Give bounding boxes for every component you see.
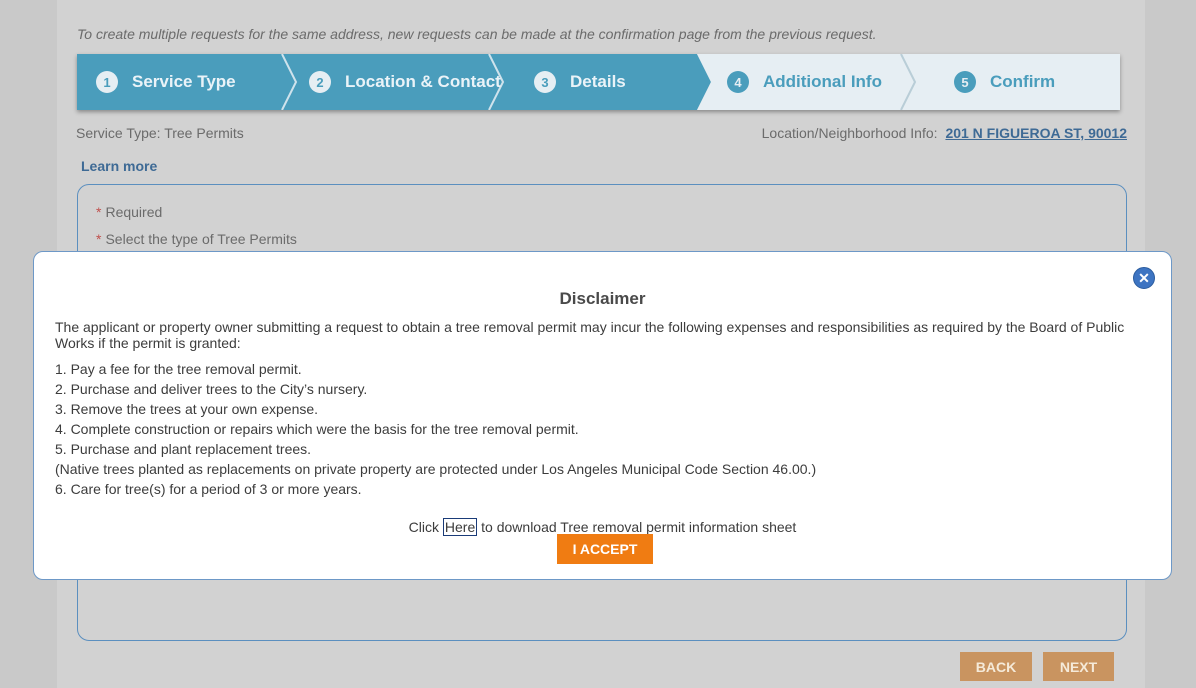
next-button[interactable]: NEXT	[1043, 652, 1114, 681]
download-prefix: Click	[408, 519, 440, 535]
wizard-step-confirm: 5 Confirm	[954, 54, 1055, 110]
list-item: 4. Complete construction or repairs whic…	[55, 421, 579, 437]
required-asterisk: *	[96, 204, 102, 220]
wizard-step-details[interactable]: 3 Details	[534, 54, 626, 110]
close-icon[interactable]: ✕	[1133, 267, 1155, 289]
download-suffix: to download Tree removal permit informat…	[481, 519, 797, 535]
step-label: Additional Info	[763, 72, 882, 91]
learn-more-link[interactable]: Learn more	[81, 158, 157, 174]
download-line: Click Here to download Tree removal perm…	[34, 518, 1171, 536]
accept-button[interactable]: I ACCEPT	[557, 534, 653, 564]
step-number: 3	[534, 71, 556, 93]
location-address-link[interactable]: 201 N FIGUEROA ST, 90012	[945, 125, 1127, 141]
step-number: 1	[96, 71, 118, 93]
disclaimer-list: 1. Pay a fee for the tree removal permit…	[55, 361, 816, 501]
select-type-text: Select the type of Tree Permits	[105, 231, 297, 247]
required-label: Required	[105, 204, 163, 220]
dialog-intro: The applicant or property owner submitti…	[55, 319, 1125, 351]
service-type-label: Service Type:	[76, 125, 161, 141]
wizard-step-service-type[interactable]: 1 Service Type	[96, 54, 236, 110]
location-info: Location/Neighborhood Info: 201 N FIGUER…	[762, 125, 1127, 141]
step-number: 5	[954, 71, 976, 93]
step-label: Details	[570, 72, 626, 91]
location-label: Location/Neighborhood Info:	[761, 125, 938, 141]
step-label: Confirm	[990, 72, 1056, 91]
service-type-info: Service Type: Tree Permits	[76, 125, 244, 141]
required-asterisk: *	[96, 231, 102, 247]
list-item: 2. Purchase and deliver trees to the Cit…	[55, 381, 368, 397]
step-label: Location & Contact	[345, 72, 501, 91]
intro-note: To create multiple requests for the same…	[77, 26, 877, 42]
dialog-title: Disclaimer	[559, 289, 646, 308]
wizard-progress: 1 Service Type 2 Location & Contact 3 De…	[77, 54, 1120, 110]
step-label: Service Type	[132, 72, 236, 91]
service-type-value: Tree Permits	[164, 125, 244, 141]
required-note: * Required	[96, 204, 162, 220]
step-number: 2	[309, 71, 331, 93]
list-item: 6. Care for tree(s) for a period of 3 or…	[55, 481, 362, 497]
disclaimer-dialog: ✕ Disclaimer The applicant or property o…	[33, 251, 1172, 580]
list-item: 1. Pay a fee for the tree removal permit…	[55, 361, 302, 377]
wizard-step-additional-info: 4 Additional Info	[727, 54, 882, 110]
download-here-link[interactable]: Here	[442, 518, 478, 536]
wizard-step-location-contact[interactable]: 2 Location & Contact	[309, 54, 501, 110]
list-item: (Native trees planted as replacements on…	[55, 461, 817, 477]
list-item: 5. Purchase and plant replacement trees.	[55, 441, 312, 457]
list-item: 3. Remove the trees at your own expense.	[55, 401, 319, 417]
select-type-label: * Select the type of Tree Permits	[96, 231, 297, 247]
back-button[interactable]: BACK	[960, 652, 1032, 681]
step-number: 4	[727, 71, 749, 93]
